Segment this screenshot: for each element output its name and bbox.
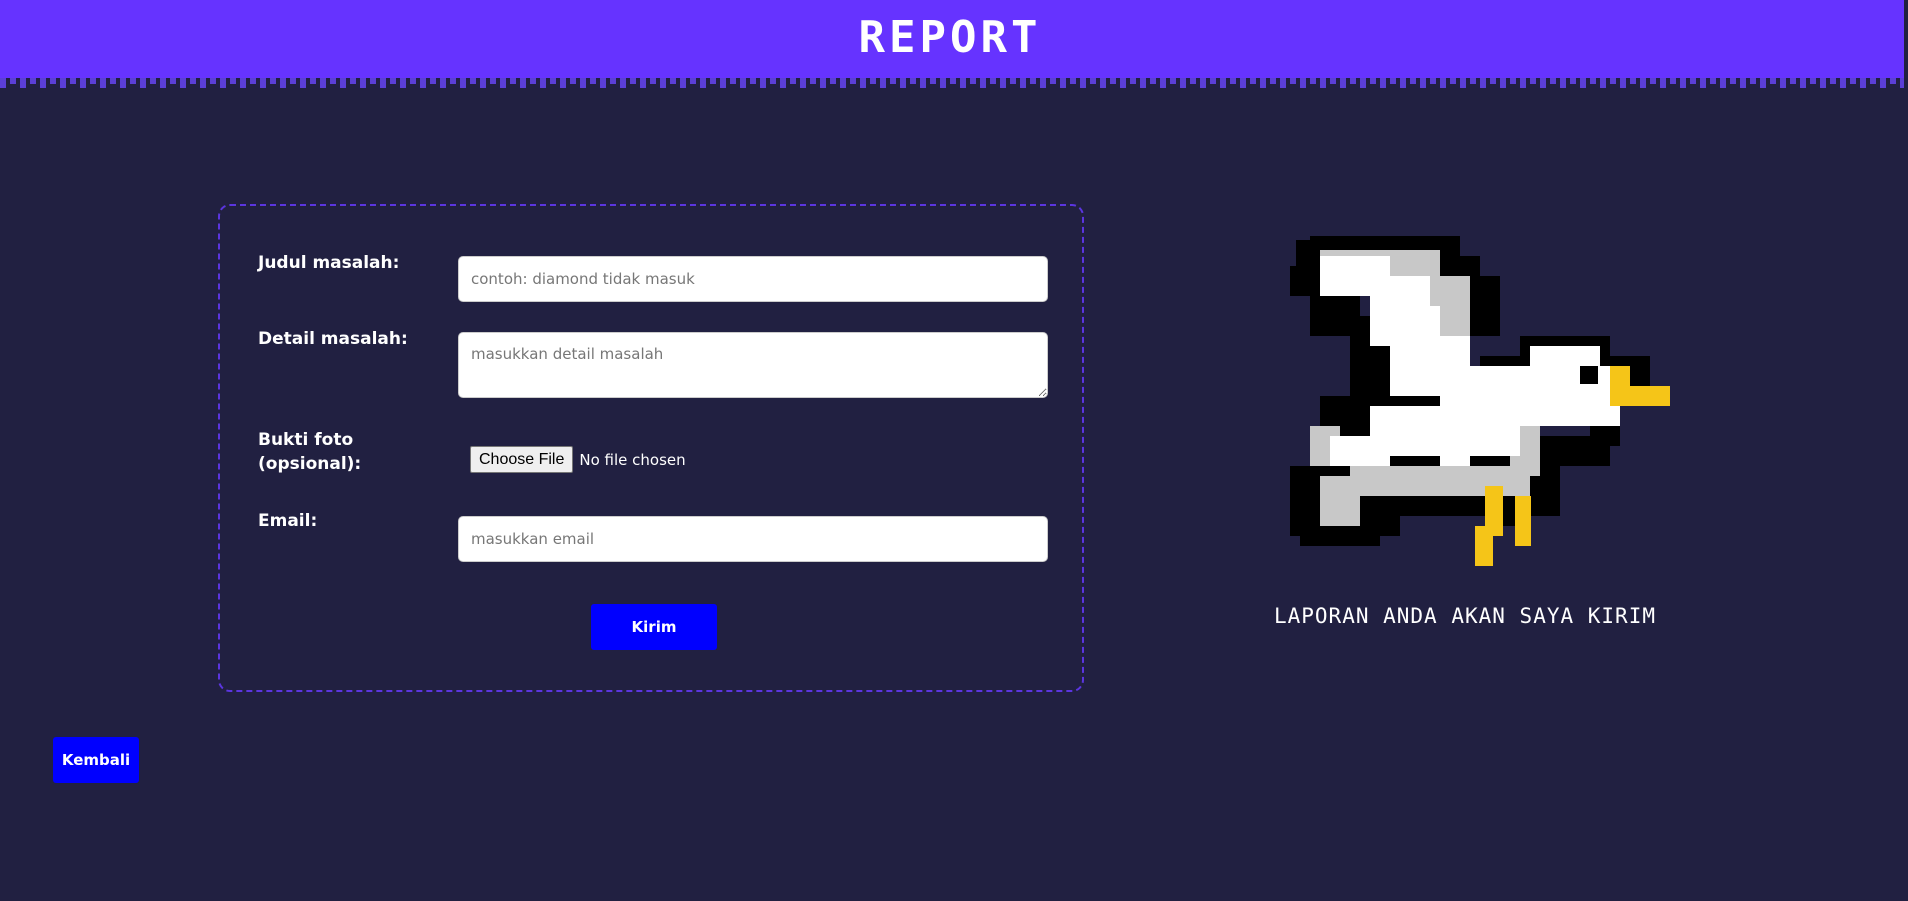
submit-button[interactable]: Kirim (591, 604, 717, 650)
seagull-pixel-icon (1290, 236, 1670, 566)
header-bar: REPORT (0, 0, 1904, 70)
illustration-caption: LAPORAN ANDA AKAN SAYA KIRIM (1273, 604, 1656, 628)
detail-label: Detail masalah: (258, 329, 408, 349)
detail-textarea[interactable] (458, 332, 1048, 398)
back-button[interactable]: Kembali (53, 737, 139, 783)
report-form-card: Judul masalah: Detail masalah: Bukti fot… (218, 204, 1084, 692)
report-page: REPORT Judul masalah: Detail masalah: Bu… (0, 0, 1908, 901)
title-label: Judul masalah: (258, 253, 400, 273)
email-label: Email: (258, 511, 318, 531)
title-input[interactable] (458, 256, 1048, 302)
photo-label-line1: Bukti foto (258, 430, 354, 450)
email-input[interactable] (458, 516, 1048, 562)
file-picker: Choose File No file chosen (470, 446, 686, 473)
photo-label-line2: (opsional): (258, 454, 362, 474)
photo-label: Bukti foto (opsional): (258, 428, 361, 476)
page-title: REPORT (858, 12, 1042, 63)
file-status-text: No file chosen (579, 450, 686, 469)
header-pixel-fringe (0, 70, 1904, 88)
choose-file-button[interactable]: Choose File (470, 446, 574, 473)
